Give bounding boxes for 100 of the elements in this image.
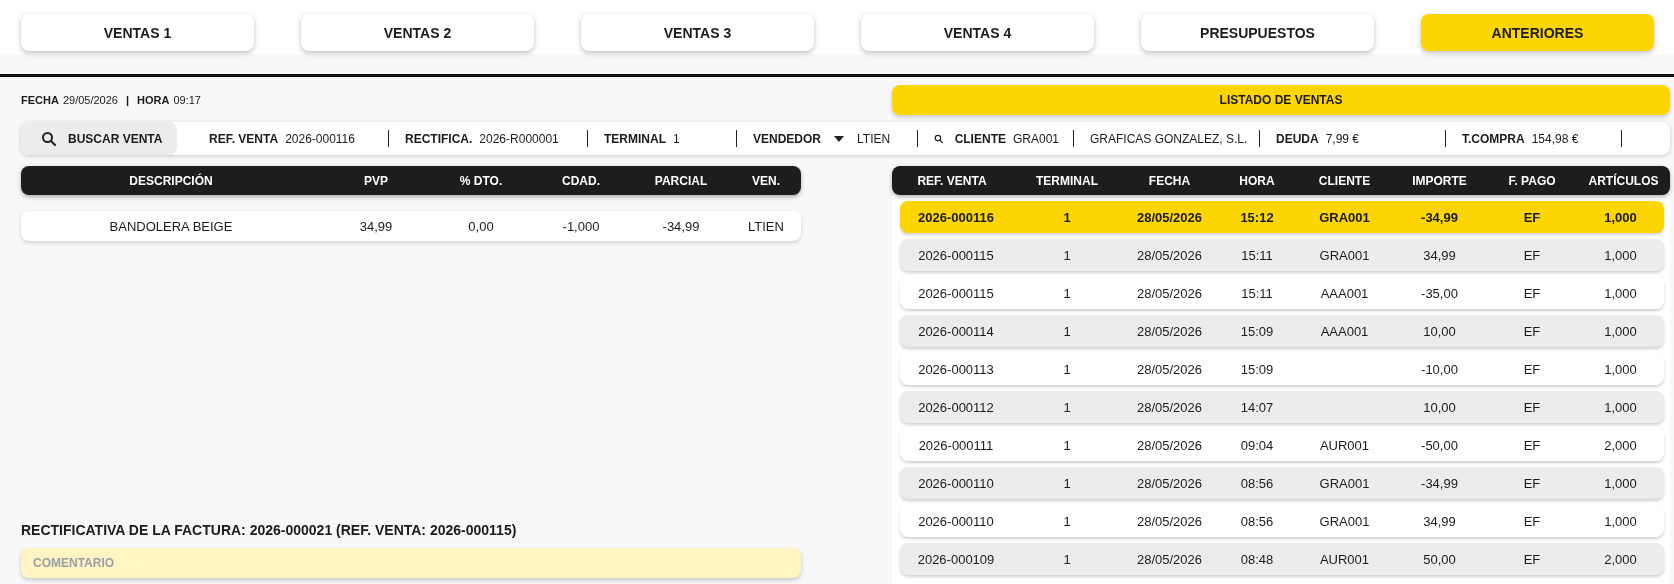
table-cell-text: 2026-000110	[917, 513, 995, 529]
table-cell-text: -34,99	[661, 218, 701, 234]
table-cell-text: -34,99	[1420, 209, 1459, 225]
table-row[interactable]: 2026-000114 1 28/05/2026 15:09 AAA001 10,00 EF 1,000	[900, 315, 1664, 347]
table-cell-text: 2026-000109	[916, 551, 996, 567]
table-row[interactable]: 2026-000111 1 28/05/2026 09:04 AUR001 -50,00 EF 2,000	[900, 429, 1664, 461]
table-row[interactable]: 2026-000112 1 28/05/2026 14:07 10,00 EF 1,000	[900, 391, 1664, 423]
table-cell-text: 1,000	[1603, 361, 1638, 377]
tab[interactable]: PRESUPUESTOS	[1141, 14, 1374, 51]
column-header: PVP	[363, 173, 389, 188]
tab[interactable]: VENTAS 3	[581, 14, 814, 51]
field-label: VENDEDOR	[753, 131, 821, 146]
column-header: IMPORTE	[1411, 173, 1468, 188]
table-row[interactable]: 2026-000109 1 28/05/2026 08:48 AUR001 50,00 EF 2,000	[900, 543, 1664, 575]
date-label: FECHA	[21, 94, 59, 106]
field-value: 7,99 €	[1325, 131, 1360, 146]
table-cell-text: 28/05/2026	[1135, 551, 1204, 567]
field-label: CLIENTE	[954, 131, 1006, 146]
table-row[interactable]: 2026-000116 1 28/05/2026 15:12 GRA001 -34,99 EF 1,000	[900, 201, 1664, 233]
column-header: DESCRIPCIÓN	[128, 173, 214, 188]
table-cell-text: 08:56	[1239, 513, 1275, 529]
field-value: 154,98 €	[1531, 131, 1579, 146]
table-cell-text: AUR001	[1318, 437, 1371, 453]
table-cell-text: 1	[1062, 437, 1072, 453]
table-cell-text: AUR001	[1318, 551, 1371, 567]
table-cell-text: AAA001	[1319, 285, 1370, 301]
table-cell-text: 1	[1062, 475, 1072, 491]
table-cell-text: 2026-000110	[917, 475, 995, 491]
separator: |	[125, 94, 130, 106]
table-cell-text: GRA001	[1318, 475, 1371, 491]
table-cell-text: BANDOLERA BEIGE	[108, 218, 234, 234]
table-row[interactable]: BANDOLERA BEIGE 34,99 0,00 -1,000 -34,99 LTIEN	[21, 211, 801, 241]
table-cell-text: 34,99	[1422, 513, 1457, 529]
column-header: FECHA	[1147, 173, 1192, 188]
column-header: HORA	[1238, 173, 1276, 188]
table-cell-text: 2,000	[1603, 437, 1638, 453]
table-cell-text: 28/05/2026	[1135, 475, 1204, 491]
sales-list-button[interactable]: LISTADO DE VENTAS	[892, 85, 1670, 115]
table-cell-text: -10,00	[1420, 361, 1459, 377]
tab[interactable]: VENTAS 2	[301, 14, 534, 51]
table-row[interactable]: 2026-000113 1 28/05/2026 15:09 -10,00 EF 1,000	[900, 353, 1664, 385]
table-cell-text: 1	[1062, 247, 1072, 263]
table-cell-text: 14:07	[1239, 399, 1275, 415]
table-cell-text: 15:09	[1239, 361, 1275, 377]
table-cell-text: GRA001	[1318, 209, 1371, 225]
table-cell-text: -50,00	[1420, 437, 1459, 453]
table-cell-text: 2026-000116	[917, 209, 995, 225]
table-row[interactable]: 2026-000110 1 28/05/2026 08:56 GRA001 -34,99 EF 1,000	[900, 467, 1664, 499]
column-header: ARTÍCULOS	[1587, 173, 1660, 188]
table-row[interactable]: 2026-000110 1 28/05/2026 08:56 GRA001 34,99 EF 1,000	[900, 505, 1664, 537]
table-cell-text: EF	[1522, 513, 1542, 529]
table-cell-text: 09:04	[1239, 437, 1275, 453]
time-value: 09:17	[173, 94, 201, 106]
table-cell-text: 2026-000114	[917, 323, 995, 339]
column-header: REF. VENTA	[916, 173, 988, 188]
column-header: PARCIAL	[653, 173, 709, 188]
table-cell-text: AAA001	[1319, 323, 1370, 339]
tab[interactable]: ANTERIORES	[1421, 14, 1654, 51]
table-cell-text: 2026-000112	[917, 399, 995, 415]
tab[interactable]: VENTAS 1	[21, 14, 254, 51]
column-header: % DTO.	[458, 173, 504, 188]
table-cell-text: 28/05/2026	[1135, 247, 1204, 263]
table-cell-text: 2,000	[1603, 551, 1638, 567]
table-cell-text: 2026-000115	[917, 285, 995, 301]
table-cell-text: 1,000	[1603, 475, 1638, 491]
table-row[interactable]: 2026-000115 1 28/05/2026 15:11 GRA001 34,99 EF 1,000	[900, 239, 1664, 271]
search-sale-button[interactable]: BUSCAR VENTA	[21, 122, 177, 155]
table-cell-text: 0,00	[467, 218, 495, 234]
table-cell-text: 15:09	[1239, 323, 1275, 339]
table-cell-text: 28/05/2026	[1135, 209, 1204, 225]
time-label: HORA	[137, 94, 170, 106]
comment-field[interactable]: COMENTARIO	[21, 548, 801, 578]
table-cell-text: 1	[1062, 209, 1072, 225]
table-cell-text: 1,000	[1603, 285, 1638, 301]
column-header: F. PAGO	[1507, 173, 1557, 188]
table-cell-text: 1	[1062, 361, 1072, 377]
table-cell-text: EF	[1522, 209, 1542, 225]
table-cell-text: 2026-000111	[917, 437, 995, 453]
date-value: 29/05/2026	[62, 94, 118, 106]
table-cell-text: 2026-000115	[917, 247, 995, 263]
table-cell-text: 1,000	[1603, 323, 1638, 339]
table-cell-text: 28/05/2026	[1135, 323, 1204, 339]
table-cell-text: 08:56	[1239, 475, 1275, 491]
field-label: T.COMPRA	[1462, 131, 1525, 146]
table-cell-text: 1,000	[1603, 209, 1638, 225]
table-cell-text: EF	[1522, 323, 1542, 339]
table-cell-text: 15:11	[1240, 285, 1274, 301]
table-cell-text: LTIEN	[747, 218, 785, 234]
caret-icon[interactable]	[834, 135, 844, 142]
table-cell-text: 28/05/2026	[1135, 361, 1204, 377]
table-cell-text: 34,99	[1422, 247, 1457, 263]
column-header: TERMINAL	[1035, 173, 1099, 188]
table-cell-text: 28/05/2026	[1135, 513, 1204, 529]
table-cell-text: 28/05/2026	[1135, 437, 1204, 453]
table-row[interactable]: 2026-000115 1 28/05/2026 15:11 AAA001 -35,00 EF 1,000	[900, 277, 1664, 309]
table-cell-text: 10,00	[1422, 323, 1457, 339]
field-label: DEUDA	[1276, 131, 1319, 146]
table-cell-text: 10,00	[1422, 399, 1457, 415]
tab[interactable]: VENTAS 4	[861, 14, 1094, 51]
table-cell-text: 34,99	[358, 218, 394, 234]
